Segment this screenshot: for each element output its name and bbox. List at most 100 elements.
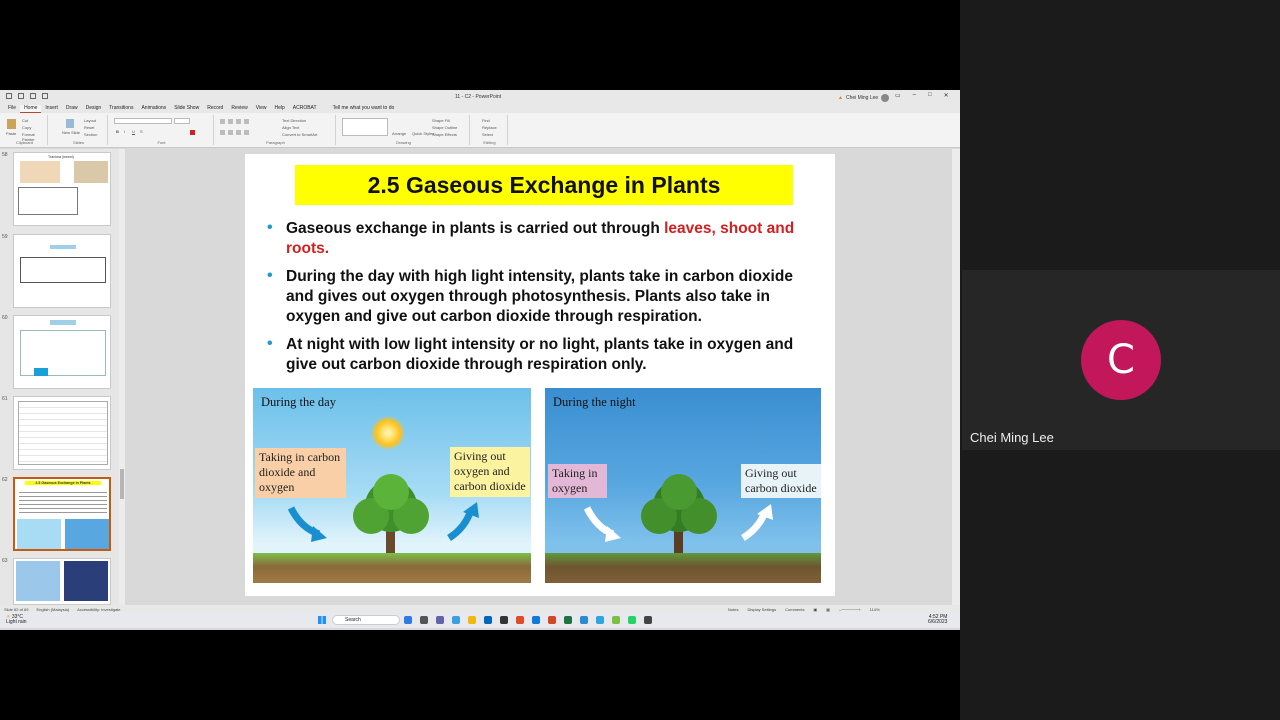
- slide-thumbnail[interactable]: [13, 315, 111, 389]
- whatsapp-icon[interactable]: [628, 616, 636, 624]
- decrease-indent-icon[interactable]: [236, 119, 241, 124]
- slide-thumbnail[interactable]: [13, 396, 111, 470]
- arrange-button[interactable]: Arrange: [392, 131, 406, 136]
- start-icon[interactable]: [318, 616, 326, 624]
- align-right-icon[interactable]: [236, 130, 241, 135]
- font-name-select[interactable]: [114, 118, 172, 124]
- app-icon[interactable]: [500, 616, 508, 624]
- thumbnail-table: [20, 330, 106, 376]
- layout-button[interactable]: Layout: [84, 118, 96, 123]
- slide-thumbnail[interactable]: [13, 234, 111, 308]
- slide-thumbnail-selected[interactable]: 2.5 Gaseous Exchange in Plants: [13, 477, 111, 551]
- app-icon[interactable]: [644, 616, 652, 624]
- search-text: Search: [345, 617, 361, 623]
- shapes-gallery[interactable]: [342, 118, 388, 136]
- paste-icon[interactable]: [7, 119, 16, 129]
- excel-icon[interactable]: [564, 616, 572, 624]
- app-icon[interactable]: [420, 616, 428, 624]
- account-avatar[interactable]: [881, 94, 890, 102]
- wechat-icon[interactable]: [612, 616, 620, 624]
- tab-draw[interactable]: Draw: [62, 105, 82, 113]
- close-icon[interactable]: ✕: [944, 92, 949, 99]
- align-center-icon[interactable]: [228, 130, 233, 135]
- chrome-icon[interactable]: [516, 616, 524, 624]
- tab-review[interactable]: Review: [227, 105, 251, 113]
- new-slide-icon[interactable]: [66, 119, 74, 128]
- scrollbar-thumb[interactable]: [120, 469, 124, 499]
- ribbon-tab-list: File Home Insert Draw Design Transitions Anima…: [4, 105, 398, 113]
- participant-tile[interactable]: C Chei Ming Lee: [962, 270, 1280, 450]
- tab-home[interactable]: Home: [20, 105, 42, 113]
- account-name: Chei Ming Lee: [845, 95, 879, 101]
- redo-icon[interactable]: [30, 93, 36, 99]
- powerpoint-icon[interactable]: [548, 616, 556, 624]
- thumbnail-scrollbar[interactable]: [119, 149, 125, 605]
- tab-acrobat[interactable]: ACROBAT: [289, 105, 321, 113]
- tab-help[interactable]: Help: [270, 105, 288, 113]
- shape-effects-button[interactable]: Shape Effects: [432, 132, 457, 137]
- align-left-icon[interactable]: [220, 130, 225, 135]
- minimize-icon[interactable]: –: [913, 92, 916, 99]
- app-icon[interactable]: [452, 616, 460, 624]
- edge-icon[interactable]: [532, 616, 540, 624]
- increase-indent-icon[interactable]: [244, 119, 249, 124]
- maximize-icon[interactable]: □: [928, 92, 932, 99]
- shape-fill-button[interactable]: Shape Fill: [432, 118, 450, 123]
- new-slide-button[interactable]: New Slide: [62, 130, 80, 135]
- italic-icon[interactable]: I: [124, 129, 125, 134]
- copy-button[interactable]: Copy: [22, 125, 31, 130]
- ribbon-display-icon[interactable]: ▭: [895, 92, 901, 99]
- strikethrough-icon[interactable]: S: [140, 129, 143, 134]
- taskbar-clock[interactable]: 4:52 PM 6/6/2023: [928, 615, 947, 625]
- drawing-label: Drawing: [396, 140, 411, 145]
- tab-animations[interactable]: Animations: [137, 105, 170, 113]
- store-icon[interactable]: [484, 616, 492, 624]
- app-icon[interactable]: [404, 616, 412, 624]
- font-color-icon[interactable]: [190, 130, 195, 135]
- bullet-list: Gaseous exchange in plants is carried ou…: [265, 218, 815, 383]
- thumbnail-heading: [50, 320, 76, 325]
- section-button[interactable]: Section: [84, 132, 97, 137]
- slide-thumbnail[interactable]: [13, 558, 111, 605]
- thumbnail-table: [18, 401, 108, 465]
- tab-view[interactable]: View: [252, 105, 271, 113]
- tab-insert[interactable]: Insert: [41, 105, 62, 113]
- replace-button[interactable]: Replace: [482, 125, 497, 130]
- font-size-select[interactable]: [174, 118, 190, 124]
- telegram-icon[interactable]: [596, 616, 604, 624]
- slide-scrollbar[interactable]: [952, 149, 960, 605]
- slide-thumbnail[interactable]: Trachea (insect): [13, 152, 111, 226]
- tab-file[interactable]: File: [4, 105, 20, 113]
- reset-button[interactable]: Reset: [84, 125, 94, 130]
- app-icon[interactable]: [580, 616, 588, 624]
- current-slide[interactable]: 2.5 Gaseous Exchange in Plants Gaseous e…: [245, 154, 835, 596]
- numbering-icon[interactable]: [228, 119, 233, 124]
- tell-me-search[interactable]: Tell me what you want to do: [329, 105, 399, 113]
- tab-slide-show[interactable]: Slide Show: [170, 105, 203, 113]
- taskbar-search[interactable]: Search: [332, 615, 400, 625]
- text-direction-button[interactable]: Text Direction: [282, 118, 306, 123]
- underline-icon[interactable]: U: [132, 129, 135, 134]
- tab-transitions[interactable]: Transitions: [105, 105, 137, 113]
- cut-button[interactable]: Cut: [22, 118, 28, 123]
- quick-styles-button[interactable]: Quick Styles: [412, 131, 434, 136]
- smartart-button[interactable]: Convert to SmartArt: [282, 132, 317, 137]
- shape-outline-button[interactable]: Shape Outline: [432, 125, 457, 130]
- tab-design[interactable]: Design: [82, 105, 106, 113]
- find-button[interactable]: Find: [482, 118, 490, 123]
- undo-icon[interactable]: [18, 93, 24, 99]
- file-explorer-icon[interactable]: [468, 616, 476, 624]
- account-area[interactable]: ▲ Chei Ming Lee: [838, 94, 890, 102]
- weather-widget[interactable]: ☀ 33°C Light rain: [6, 615, 27, 625]
- paste-button[interactable]: Paste: [6, 131, 16, 136]
- tab-record[interactable]: Record: [203, 105, 227, 113]
- arrow-in-head: [605, 526, 621, 542]
- bold-icon[interactable]: B: [116, 129, 119, 134]
- bullets-icon[interactable]: [220, 119, 225, 124]
- select-button[interactable]: Select: [482, 132, 493, 137]
- align-text-button[interactable]: Align Text: [282, 125, 299, 130]
- save-icon[interactable]: [6, 93, 12, 99]
- justify-icon[interactable]: [244, 130, 249, 135]
- teams-icon[interactable]: [436, 616, 444, 624]
- present-icon[interactable]: [42, 93, 48, 99]
